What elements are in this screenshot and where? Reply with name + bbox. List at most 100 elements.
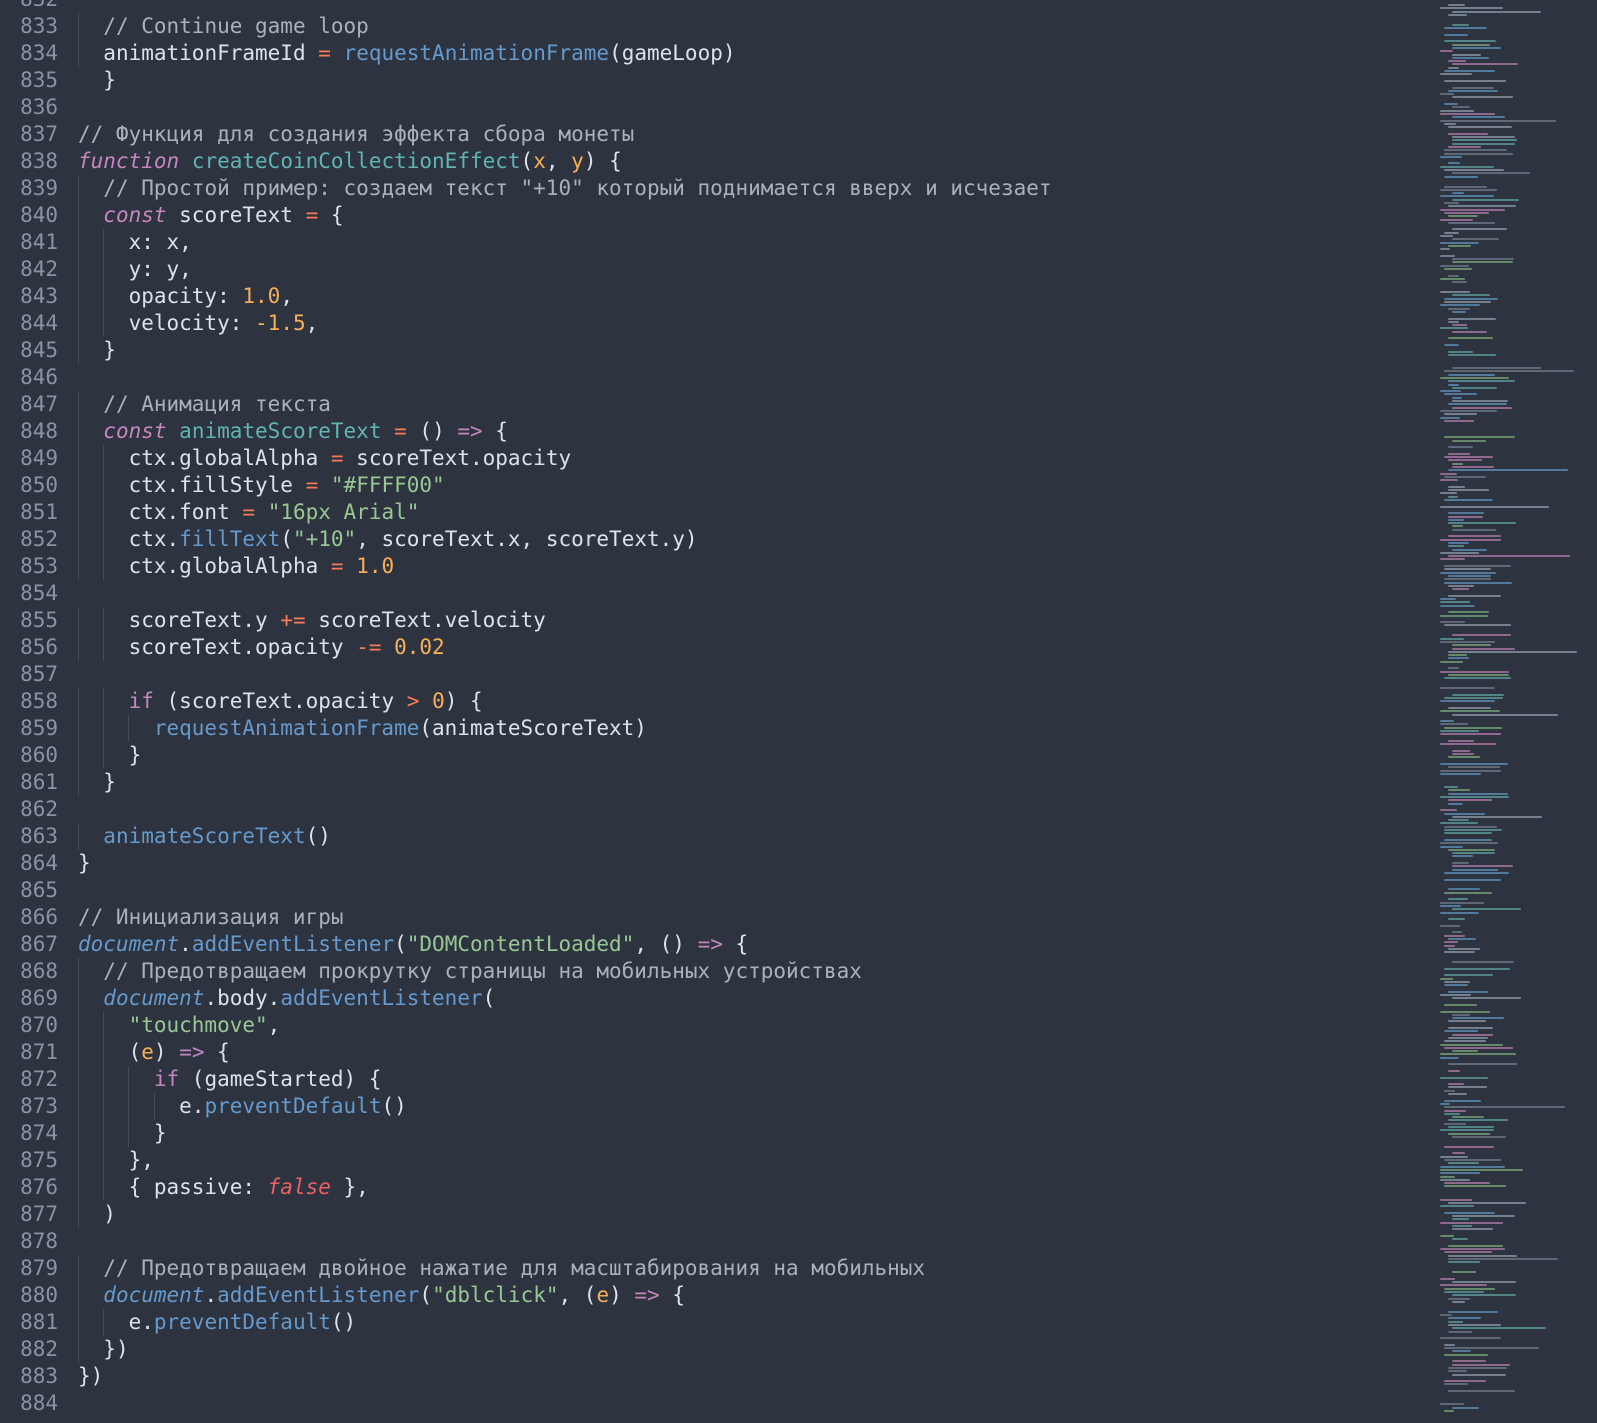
code-line[interactable] bbox=[78, 661, 1398, 688]
code-line[interactable]: } bbox=[78, 850, 1398, 877]
code-line[interactable] bbox=[78, 94, 1398, 121]
code-line[interactable]: opacity: 1.0, bbox=[78, 283, 1398, 310]
minimap-line bbox=[1440, 7, 1503, 10]
code-line[interactable]: velocity: -1.5, bbox=[78, 310, 1398, 337]
minimap-line bbox=[1444, 1291, 1485, 1293]
indent-guide bbox=[103, 526, 105, 553]
code-line[interactable]: document.addEventListener("dblclick", (e… bbox=[78, 1282, 1398, 1309]
code-line[interactable]: (e) => { bbox=[78, 1039, 1398, 1066]
minimap-line bbox=[1444, 268, 1472, 270]
code-line[interactable]: e.preventDefault() bbox=[78, 1309, 1398, 1336]
minimap-line bbox=[1448, 555, 1570, 558]
code-token: { bbox=[318, 203, 344, 227]
code-line[interactable] bbox=[78, 0, 1398, 13]
code-line[interactable] bbox=[78, 1390, 1398, 1417]
minimap-line bbox=[1448, 205, 1516, 208]
code-line[interactable]: ctx.globalAlpha = scoreText.opacity bbox=[78, 445, 1398, 472]
code-line[interactable]: { passive: false }, bbox=[78, 1174, 1398, 1201]
code-line[interactable]: if (gameStarted) { bbox=[78, 1066, 1398, 1093]
code-line[interactable]: }) bbox=[78, 1363, 1398, 1390]
indent-guide bbox=[78, 256, 79, 283]
code-token: scoreText.velocity bbox=[305, 608, 546, 632]
code-area[interactable]: // Continue game loop animationFrameId =… bbox=[78, 0, 1398, 1417]
code-token: => bbox=[457, 419, 483, 443]
code-line[interactable]: // Функция для создания эффекта сбора мо… bbox=[78, 121, 1398, 148]
code-token: animateScoreText bbox=[179, 419, 382, 443]
minimap-line bbox=[1448, 789, 1471, 792]
minimap-line bbox=[1452, 46, 1502, 49]
code-line[interactable]: ctx.globalAlpha = 1.0 bbox=[78, 553, 1398, 580]
code-line[interactable]: document.body.addEventListener( bbox=[78, 985, 1398, 1012]
minimap-line bbox=[1440, 924, 1461, 927]
minimap-line bbox=[1444, 475, 1487, 478]
minimap-line bbox=[1440, 911, 1479, 914]
code-line[interactable]: ctx.fillText("+10", scoreText.x, scoreTe… bbox=[78, 526, 1398, 553]
code-line[interactable]: // Анимация текста bbox=[78, 391, 1398, 418]
code-line[interactable]: scoreText.opacity -= 0.02 bbox=[78, 634, 1398, 661]
code-line[interactable]: // Continue game loop bbox=[78, 13, 1398, 40]
code-line[interactable]: requestAnimationFrame(animateScoreText) bbox=[78, 715, 1398, 742]
code-line[interactable]: } bbox=[78, 769, 1398, 796]
minimap-line bbox=[1444, 1003, 1478, 1006]
code-token: => bbox=[697, 932, 723, 956]
indent-guide bbox=[78, 1039, 79, 1066]
minimap-line bbox=[1444, 393, 1478, 396]
minimap-line bbox=[1452, 96, 1513, 99]
code-line[interactable]: }, bbox=[78, 1147, 1398, 1174]
code-token: , bbox=[305, 311, 319, 335]
code-line[interactable]: // Простой пример: создаем текст "+10" к… bbox=[78, 175, 1398, 202]
code-line[interactable] bbox=[78, 796, 1398, 823]
minimap-line bbox=[1452, 53, 1482, 56]
code-line[interactable]: const animateScoreText = () => { bbox=[78, 418, 1398, 445]
code-token: ( bbox=[394, 932, 407, 956]
code-line[interactable]: }) bbox=[78, 1336, 1398, 1363]
code-line[interactable]: ctx.font = "16px Arial" bbox=[78, 499, 1398, 526]
indent-guide bbox=[78, 229, 79, 256]
minimap-line bbox=[1444, 79, 1507, 82]
code-line[interactable]: scoreText.y += scoreText.velocity bbox=[78, 607, 1398, 634]
code-line[interactable]: // Инициализация игры bbox=[78, 904, 1398, 931]
code-line[interactable]: } bbox=[78, 742, 1398, 769]
code-line[interactable]: x: x, bbox=[78, 229, 1398, 256]
code-line[interactable]: } bbox=[78, 67, 1398, 94]
minimap-line bbox=[1452, 997, 1522, 1000]
code-line[interactable] bbox=[78, 580, 1398, 607]
minimap-line bbox=[1440, 1175, 1455, 1178]
minimap-line bbox=[1452, 43, 1491, 46]
code-line[interactable] bbox=[78, 1228, 1398, 1255]
minimap-line bbox=[1452, 528, 1497, 531]
indent-guide bbox=[78, 526, 79, 553]
code-line[interactable]: function createCoinCollectionEffect(x, y… bbox=[78, 148, 1398, 175]
code-line[interactable]: ctx.fillStyle = "#FFFF00" bbox=[78, 472, 1398, 499]
code-line[interactable]: const scoreText = { bbox=[78, 202, 1398, 229]
minimap-line bbox=[1440, 571, 1496, 574]
code-line[interactable]: if (scoreText.opacity > 0) { bbox=[78, 688, 1398, 715]
minimap-line bbox=[1440, 730, 1480, 732]
code-editor[interactable]: 832833 834 835 836 837 838 839 840 841 842 843 844 8… bbox=[0, 0, 1597, 1423]
minimap-line bbox=[1448, 403, 1507, 406]
code-line[interactable]: y: y, bbox=[78, 256, 1398, 283]
line-number: 852 bbox=[20, 527, 58, 551]
indent-guide bbox=[128, 715, 130, 742]
minimap-line bbox=[1452, 1271, 1476, 1274]
code-line[interactable]: } bbox=[78, 337, 1398, 364]
code-line[interactable]: animateScoreText() bbox=[78, 823, 1398, 850]
code-line[interactable]: document.addEventListener("DOMContentLoa… bbox=[78, 931, 1398, 958]
code-line[interactable]: "touchmove", bbox=[78, 1012, 1398, 1039]
code-line[interactable]: ) bbox=[78, 1201, 1398, 1228]
minimap-line bbox=[1440, 409, 1498, 412]
code-token: (animateScoreText) bbox=[419, 716, 647, 740]
code-line[interactable]: animationFrameId = requestAnimationFrame… bbox=[78, 40, 1398, 67]
code-line[interactable] bbox=[78, 364, 1398, 391]
code-line[interactable]: // Предотвращаем прокрутку страницы на м… bbox=[78, 958, 1398, 985]
minimap-line bbox=[1452, 1300, 1465, 1303]
code-line[interactable] bbox=[78, 877, 1398, 904]
minimap-line bbox=[1440, 119, 1556, 122]
minimap[interactable] bbox=[1440, 0, 1590, 1423]
code-token: y bbox=[571, 149, 584, 173]
code-token: function bbox=[78, 149, 180, 173]
code-line[interactable]: } bbox=[78, 1120, 1398, 1147]
code-line[interactable]: e.preventDefault() bbox=[78, 1093, 1398, 1120]
code-line[interactable]: // Предотвращаем двойное нажатие для мас… bbox=[78, 1255, 1398, 1282]
